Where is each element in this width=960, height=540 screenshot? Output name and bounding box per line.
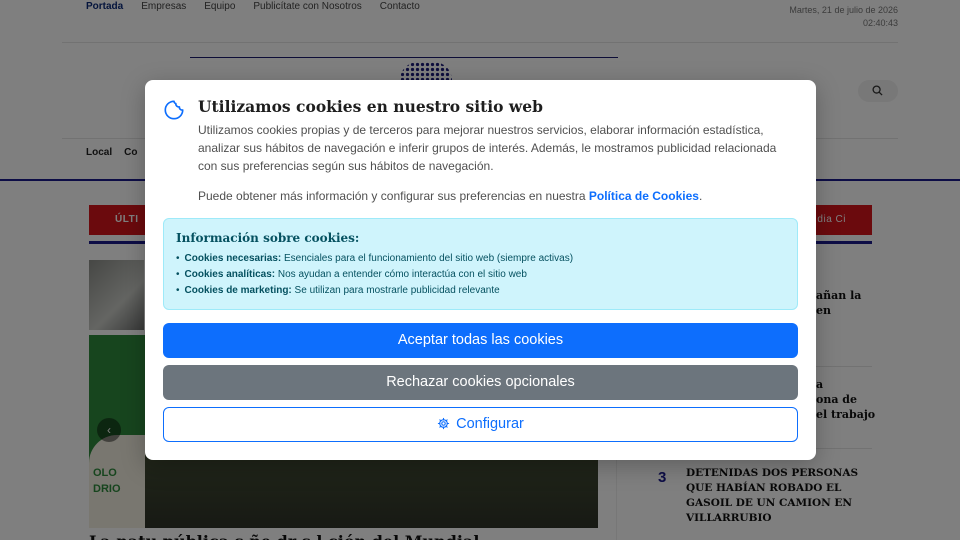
gear-icon (437, 417, 450, 430)
dialog-title: Utilizamos cookies en nuestro sitio web (198, 97, 543, 116)
list-item: Cookies de marketing: Se utilizan para m… (176, 283, 573, 299)
reject-optional-button[interactable]: Rechazar cookies opcionales (163, 365, 798, 400)
policy-text: Puede obtener más información y configur… (198, 188, 798, 204)
cookie-consent-dialog: Utilizamos cookies en nuestro sitio web … (145, 80, 816, 460)
dialog-description: Utilizamos cookies propias y de terceros… (198, 123, 777, 173)
info-title: Información sobre cookies: (176, 231, 360, 245)
configure-button[interactable]: Configurar (163, 407, 798, 442)
policy-suffix: . (698, 189, 703, 203)
list-item: Cookies analíticas: Nos ayudan a entende… (176, 267, 573, 283)
cookie-policy-link[interactable]: Política de Cookies (589, 189, 699, 203)
accept-all-button[interactable]: Aceptar todas las cookies (163, 323, 798, 358)
cookie-type-desc: Nos ayudan a entender cómo interactúa co… (275, 269, 527, 280)
cookie-types-list: Cookies necesarias: Esenciales para el f… (176, 251, 574, 299)
cookie-info-box: Información sobre cookies: Cookies neces… (163, 218, 798, 310)
cookie-type-name: Cookies analíticas: (184, 269, 276, 280)
list-item: Cookies necesarias: Esenciales para el f… (176, 251, 574, 267)
cookie-icon (164, 100, 184, 120)
cookie-type-name: Cookies necesarias: (184, 253, 282, 264)
cookie-type-desc: Esenciales para el funcionamiento del si… (281, 253, 574, 264)
cookie-type-desc: Se utilizan para mostrarle publicidad re… (291, 285, 500, 296)
policy-prefix: Puede obtener más información y configur… (198, 189, 589, 203)
cookie-type-name: Cookies de marketing: (184, 285, 292, 296)
configure-label: Configurar (456, 416, 524, 432)
